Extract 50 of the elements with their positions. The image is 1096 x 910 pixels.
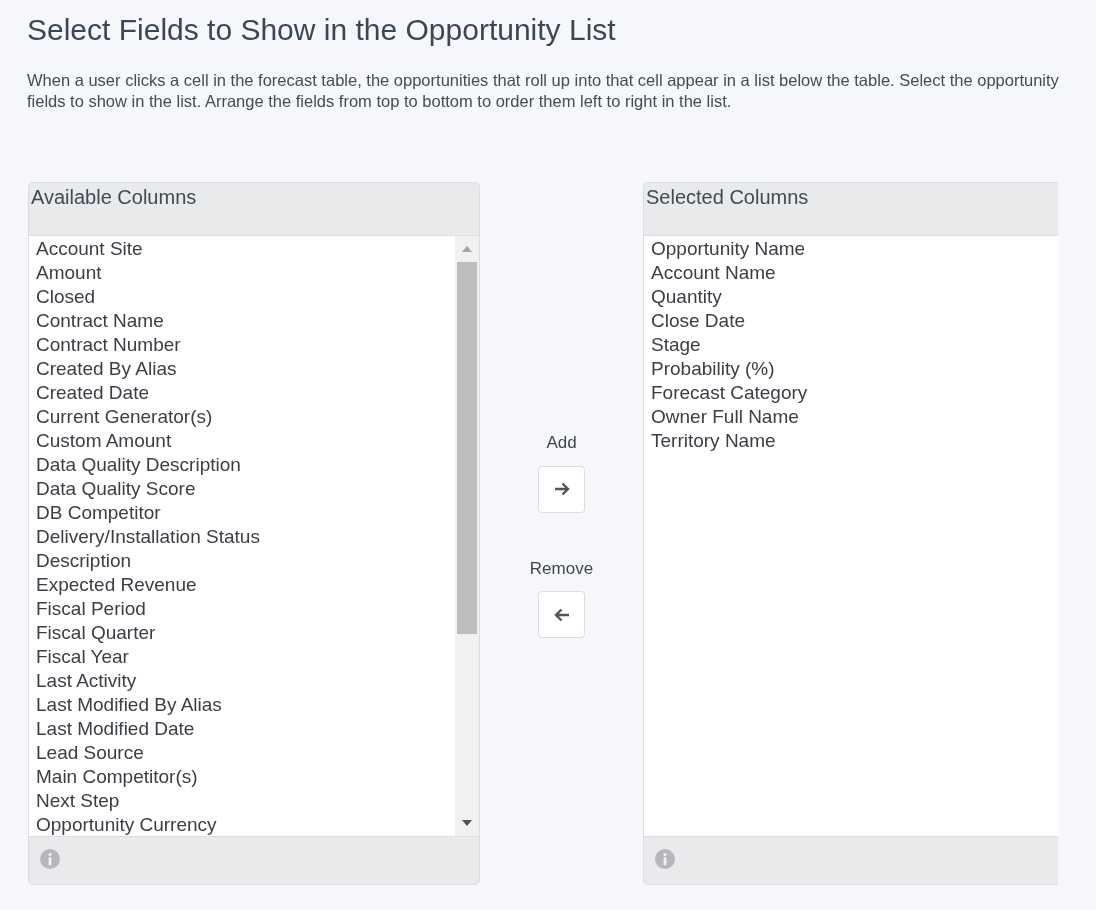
page-description: When a user clicks a cell in the forecast table, the opportunities that roll up into that cell appear in a list below the table. Select the opportunity fields to show in the list. Arrange the fields from top to bottom to order them left to right in the list. — [27, 70, 1060, 112]
panel-heading: Available Columns — [31, 186, 197, 208]
info-icon — [40, 849, 60, 869]
list-option[interactable]: Contract Number — [36, 333, 181, 357]
list-option[interactable]: Lead Source — [36, 741, 144, 765]
add-button[interactable] — [538, 465, 585, 513]
remove-button[interactable] — [538, 591, 585, 638]
list-option[interactable]: Data Quality Score — [36, 477, 196, 501]
list-option[interactable]: Amount — [36, 261, 102, 285]
list-option[interactable]: Quantity — [651, 285, 722, 309]
list-option[interactable]: Delivery/Installation Status — [36, 525, 260, 549]
list-option[interactable]: Created By Alias — [36, 357, 177, 381]
list-option[interactable]: Close Date — [651, 309, 745, 333]
list-option[interactable]: Probability (%) — [651, 357, 775, 381]
list-option[interactable]: Opportunity Name — [651, 237, 806, 261]
list-option[interactable]: Description — [36, 549, 132, 573]
list-option[interactable]: Last Modified Date — [36, 717, 195, 741]
list-option[interactable]: Last Activity — [36, 669, 137, 693]
list-option[interactable]: Forecast Category — [651, 381, 808, 405]
list-option[interactable]: DB Competitor — [36, 501, 161, 525]
list-option[interactable]: Owner Full Name — [651, 405, 799, 429]
list-option[interactable]: Created Date — [36, 381, 149, 405]
list-option[interactable]: Account Name — [651, 261, 776, 285]
list-option[interactable]: Opportunity Currency — [36, 813, 217, 837]
info-icon — [655, 849, 675, 869]
arrow-right-icon — [553, 482, 570, 496]
list-option[interactable]: Stage — [651, 333, 701, 357]
list-option[interactable]: Territory Name — [651, 429, 776, 453]
scrollbar[interactable] — [455, 236, 479, 836]
list-option[interactable]: Fiscal Quarter — [36, 621, 156, 645]
add-label: Add — [546, 432, 577, 454]
list-option[interactable]: Last Modified By Alias — [36, 693, 222, 717]
list-option[interactable]: Current Generator(s) — [36, 405, 213, 429]
list-option[interactable]: Closed — [36, 285, 96, 309]
list-option[interactable]: Custom Amount — [36, 429, 172, 453]
list-box[interactable]: Opportunity Name Account Name Quantity Close Date Stage Probability (%) Forecast Category Owner Full Name Territory Name — [644, 235, 1058, 836]
list-option[interactable]: Next Step — [36, 789, 120, 813]
list-option[interactable]: Data Quality Description — [36, 453, 241, 477]
page-title: Select Fields to Show in the Opportunity List — [27, 12, 617, 48]
list-option[interactable]: Account Site — [36, 237, 143, 261]
list-option[interactable]: Fiscal Period — [36, 597, 146, 621]
arrow-left-icon — [553, 607, 570, 622]
list-option[interactable]: Expected Revenue — [36, 573, 197, 597]
remove-label: Remove — [529, 557, 594, 580]
list-option[interactable]: Fiscal Year — [36, 645, 129, 669]
scroll-down-icon[interactable] — [461, 819, 473, 827]
list-option[interactable]: Main Competitor(s) — [36, 765, 198, 789]
list-option[interactable]: Contract Name — [36, 309, 164, 333]
panel-heading: Selected Columns — [646, 186, 809, 208]
scroll-thumb[interactable] — [457, 262, 477, 634]
